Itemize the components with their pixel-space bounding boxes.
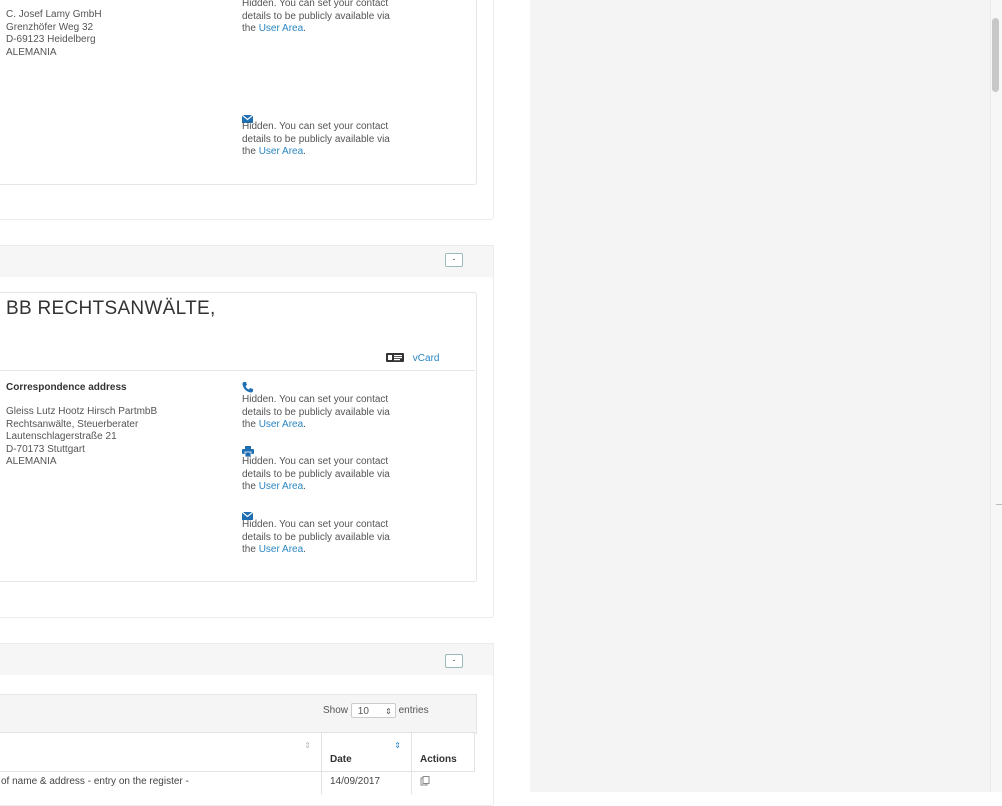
history-panel-header	[0, 643, 494, 676]
correspondence-address: Gleiss Lutz Hootz Hirsch PartmbB Rechtsa…	[6, 406, 158, 467]
user-area-link[interactable]: User Area	[259, 419, 303, 430]
sort-icon: ⇕	[394, 741, 401, 750]
user-area-link[interactable]: User Area	[259, 23, 303, 34]
fax-hidden-text: Hidden. You can set your contact details…	[242, 456, 390, 492]
vertical-scrollbar[interactable]	[990, 0, 1002, 792]
phone-hidden-text: Hidden. You can set your contact details…	[242, 394, 390, 430]
right-sidebar-area	[530, 0, 990, 792]
scrollbar-thumb[interactable]	[992, 18, 999, 92]
correspondence-heading: Correspondence address	[6, 382, 127, 393]
user-area-link[interactable]: User Area	[259, 544, 303, 555]
collapse-representative-button[interactable]: -	[445, 253, 463, 267]
entries-select[interactable]: 10 ⇕	[350, 703, 396, 718]
owner-address: C. Josef Lamy GmbH Grenzhöfer Weg 32 D-6…	[6, 9, 102, 58]
vcard-icon	[386, 353, 404, 365]
column-header-date[interactable]: Date ⇕	[321, 732, 411, 772]
table-row-actions	[411, 772, 475, 794]
collapse-history-button[interactable]: -	[445, 654, 463, 668]
column-header-actions: Actions	[411, 732, 475, 772]
representative-panel-header	[0, 245, 494, 278]
sort-icon: ⇕	[304, 741, 311, 750]
entries-length-control: Show 10 ⇕ entries	[323, 703, 429, 718]
email-hidden-text: Hidden. You can set your contact details…	[242, 519, 390, 555]
column-header-description[interactable]: ⇕	[0, 732, 321, 772]
main-content: Hidden. You can set your contact details…	[0, 0, 520, 806]
owner-email-hidden-text: Hidden. You can set your contact details…	[242, 121, 390, 157]
table-row-description: of name & address - entry on the registe…	[0, 772, 321, 794]
user-area-link[interactable]: User Area	[259, 481, 303, 492]
representative-name: BB RECHTSANWÄLTE,	[6, 298, 216, 319]
vcard-link[interactable]: vCard	[386, 353, 439, 365]
card-divider	[0, 370, 475, 371]
scrollbar-marker	[996, 504, 1002, 505]
document-icon[interactable]	[420, 776, 430, 789]
user-area-link[interactable]: User Area	[259, 146, 303, 157]
owner-phone-hidden-text: Hidden. You can set your contact details…	[242, 0, 390, 34]
table-row-date: 14/09/2017	[321, 772, 411, 794]
